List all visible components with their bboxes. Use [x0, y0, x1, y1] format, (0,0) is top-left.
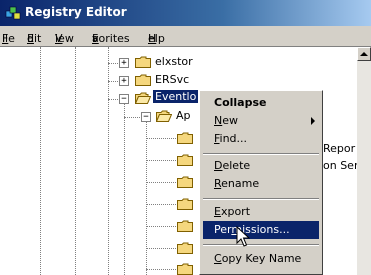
folder-icon	[177, 220, 193, 232]
menu-item-rename[interactable]: Rename	[214, 177, 259, 190]
mouse-cursor-icon	[236, 226, 250, 247]
menu-separator	[203, 244, 319, 246]
open-folder-icon	[156, 110, 172, 122]
menu-item-collapse[interactable]: Collapse	[214, 96, 266, 109]
menu-item-new[interactable]: New	[214, 114, 238, 127]
folder-icon	[135, 56, 151, 68]
menu-separator	[203, 153, 319, 155]
folder-icon	[135, 74, 151, 86]
scroll-up-button[interactable]	[357, 47, 371, 61]
window-title: Registry Editor	[25, 5, 127, 19]
tree-line	[146, 117, 148, 275]
menu-item-copy-key-name[interactable]: Copy Key Name	[214, 252, 301, 265]
collapse-icon[interactable]: −	[141, 112, 151, 122]
tree-item-ersvc[interactable]: ERSvc	[155, 73, 189, 86]
arrow-up-icon	[360, 52, 368, 56]
tree-item-text-partial[interactable]: on Ser	[323, 159, 358, 172]
menu-item-find[interactable]: Find...	[214, 132, 247, 145]
menu-bar: File Edit View Fa vorites Help	[0, 26, 371, 47]
folder-icon	[177, 263, 193, 275]
folder-icon	[177, 132, 193, 144]
vertical-scrollbar[interactable]	[357, 47, 371, 275]
folder-icon	[177, 176, 193, 188]
folder-icon	[177, 198, 193, 210]
collapse-icon[interactable]: −	[119, 94, 129, 104]
tree-item-application[interactable]: Ap	[176, 109, 191, 122]
expand-icon[interactable]: +	[119, 58, 129, 68]
folder-icon	[177, 154, 193, 166]
registry-editor-icon	[5, 6, 21, 20]
tree-line	[40, 47, 42, 275]
folder-icon	[177, 242, 193, 254]
menu-separator	[203, 198, 319, 200]
open-folder-icon	[135, 92, 151, 104]
menu-item-export[interactable]: Export	[214, 205, 250, 218]
tree-item-elxstor[interactable]: elxstor	[155, 55, 193, 68]
expand-icon[interactable]: +	[119, 76, 129, 86]
context-menu: Collapse New Find... Delete Rename Expor…	[199, 90, 323, 275]
tree-line	[124, 97, 126, 275]
submenu-arrow-icon	[311, 117, 315, 125]
menu-item-delete[interactable]: Delete	[214, 159, 250, 172]
tree-line	[75, 47, 77, 275]
tree-item-text-partial[interactable]: Repor	[323, 142, 355, 155]
tree-item-eventlog[interactable]: Eventlo	[153, 90, 199, 103]
title-bar[interactable]: Registry Editor	[0, 0, 371, 26]
menu-item-permissions[interactable]: Permissions...	[214, 223, 290, 236]
